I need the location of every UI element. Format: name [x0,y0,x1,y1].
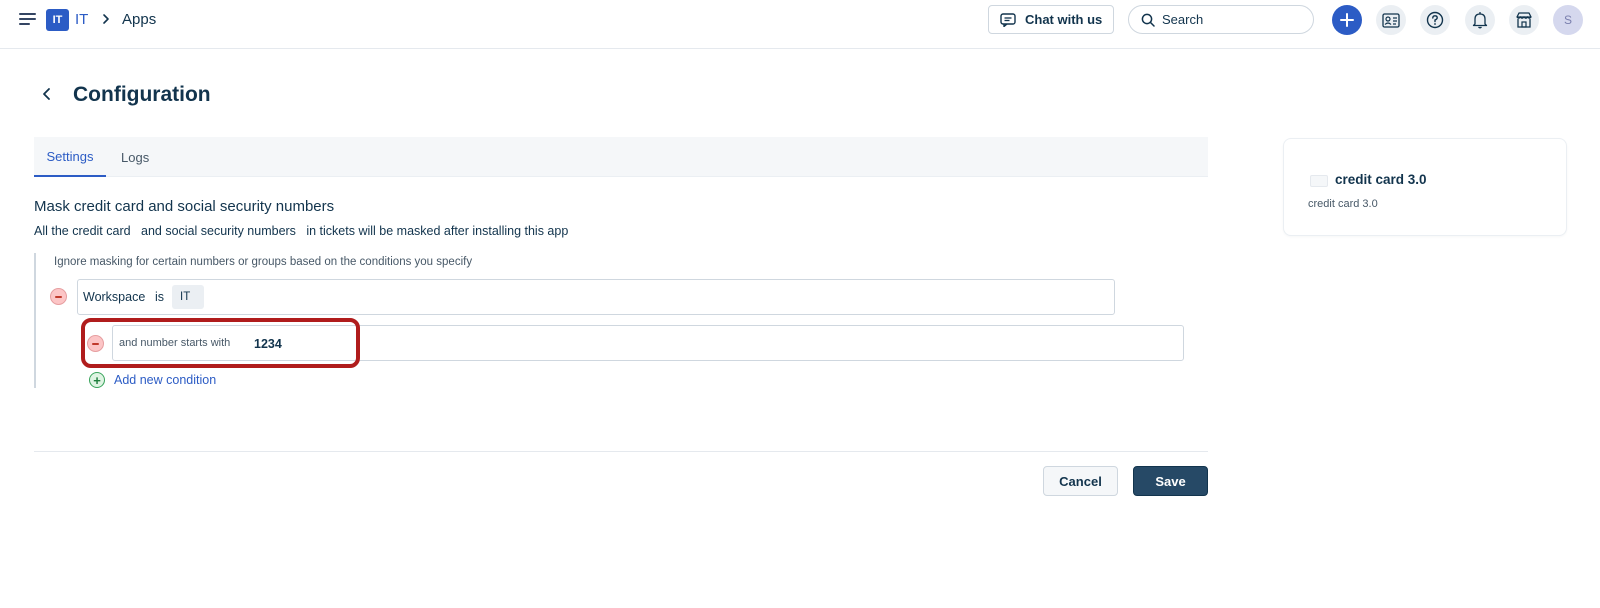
chat-icon [1000,12,1016,27]
contact-card-icon [1382,13,1400,28]
chat-with-us-button[interactable]: Chat with us [988,5,1114,34]
app-subtitle: credit card 3.0 [1308,198,1378,210]
conditions-divider [34,253,36,388]
bell-icon [1472,12,1488,29]
menu-icon[interactable] [19,12,36,26]
top-navigation-bar: IT IT Apps Chat with us Search S [0,0,1600,49]
tab-logs[interactable]: Logs [121,137,149,177]
contacts-button[interactable] [1376,5,1406,35]
user-avatar[interactable]: S [1553,5,1583,35]
help-button[interactable] [1420,5,1450,35]
search-input[interactable] [1162,12,1302,27]
remove-condition-icon[interactable] [50,288,67,305]
help-icon [1426,11,1444,29]
cancel-button[interactable]: Cancel [1043,466,1118,496]
tab-settings[interactable]: Settings [34,137,106,177]
add-condition-icon[interactable]: + [89,372,105,388]
notifications-button[interactable] [1465,5,1495,35]
desc-ssn: social security numbers [165,224,296,238]
plus-icon [1340,13,1354,27]
new-item-button[interactable] [1332,5,1362,35]
save-button[interactable]: Save [1133,466,1208,496]
footer-divider [34,451,1208,452]
page-title: Configuration [73,83,211,106]
app-name: credit card 3.0 [1335,172,1427,187]
condition-row-workspace: Workspace is IT [77,279,1115,315]
remove-subcondition-icon[interactable] [87,335,104,352]
chevron-right-icon [103,14,109,24]
section-description: All the credit card and social security … [34,224,568,238]
tab-bar: Settings Logs [34,137,1208,177]
breadcrumb-apps: Apps [122,11,157,28]
desc-prefix: All the [34,224,73,238]
number-prefix-input[interactable] [254,333,454,355]
search-box[interactable] [1128,5,1314,34]
store-icon [1516,12,1532,28]
condition-operator: is [155,290,165,304]
add-new-condition-link[interactable]: Add new condition [114,373,216,387]
number-starts-with-label: and number starts with [119,337,231,349]
condition-value-select[interactable]: IT [172,285,205,309]
desc-mid: and [130,224,166,238]
workspace-badge[interactable]: IT [46,9,69,31]
condition-field: Workspace [83,290,146,304]
app-info-card: credit card 3.0 credit card 3.0 [1283,138,1567,236]
conditions-hint: Ignore masking for certain numbers or gr… [54,256,473,268]
section-title: Mask credit card and social security num… [34,198,335,215]
condition-row-number: and number starts with [112,325,1184,361]
chat-with-us-label: Chat with us [1025,12,1103,27]
back-icon[interactable] [40,86,54,102]
app-logo-icon [1310,175,1328,187]
desc-credit-card: credit card [72,224,131,238]
marketplace-button[interactable] [1509,5,1539,35]
breadcrumb-workspace[interactable]: IT [75,11,88,28]
search-icon [1141,13,1155,27]
desc-suffix: in tickets will be masked after installi… [295,224,569,238]
